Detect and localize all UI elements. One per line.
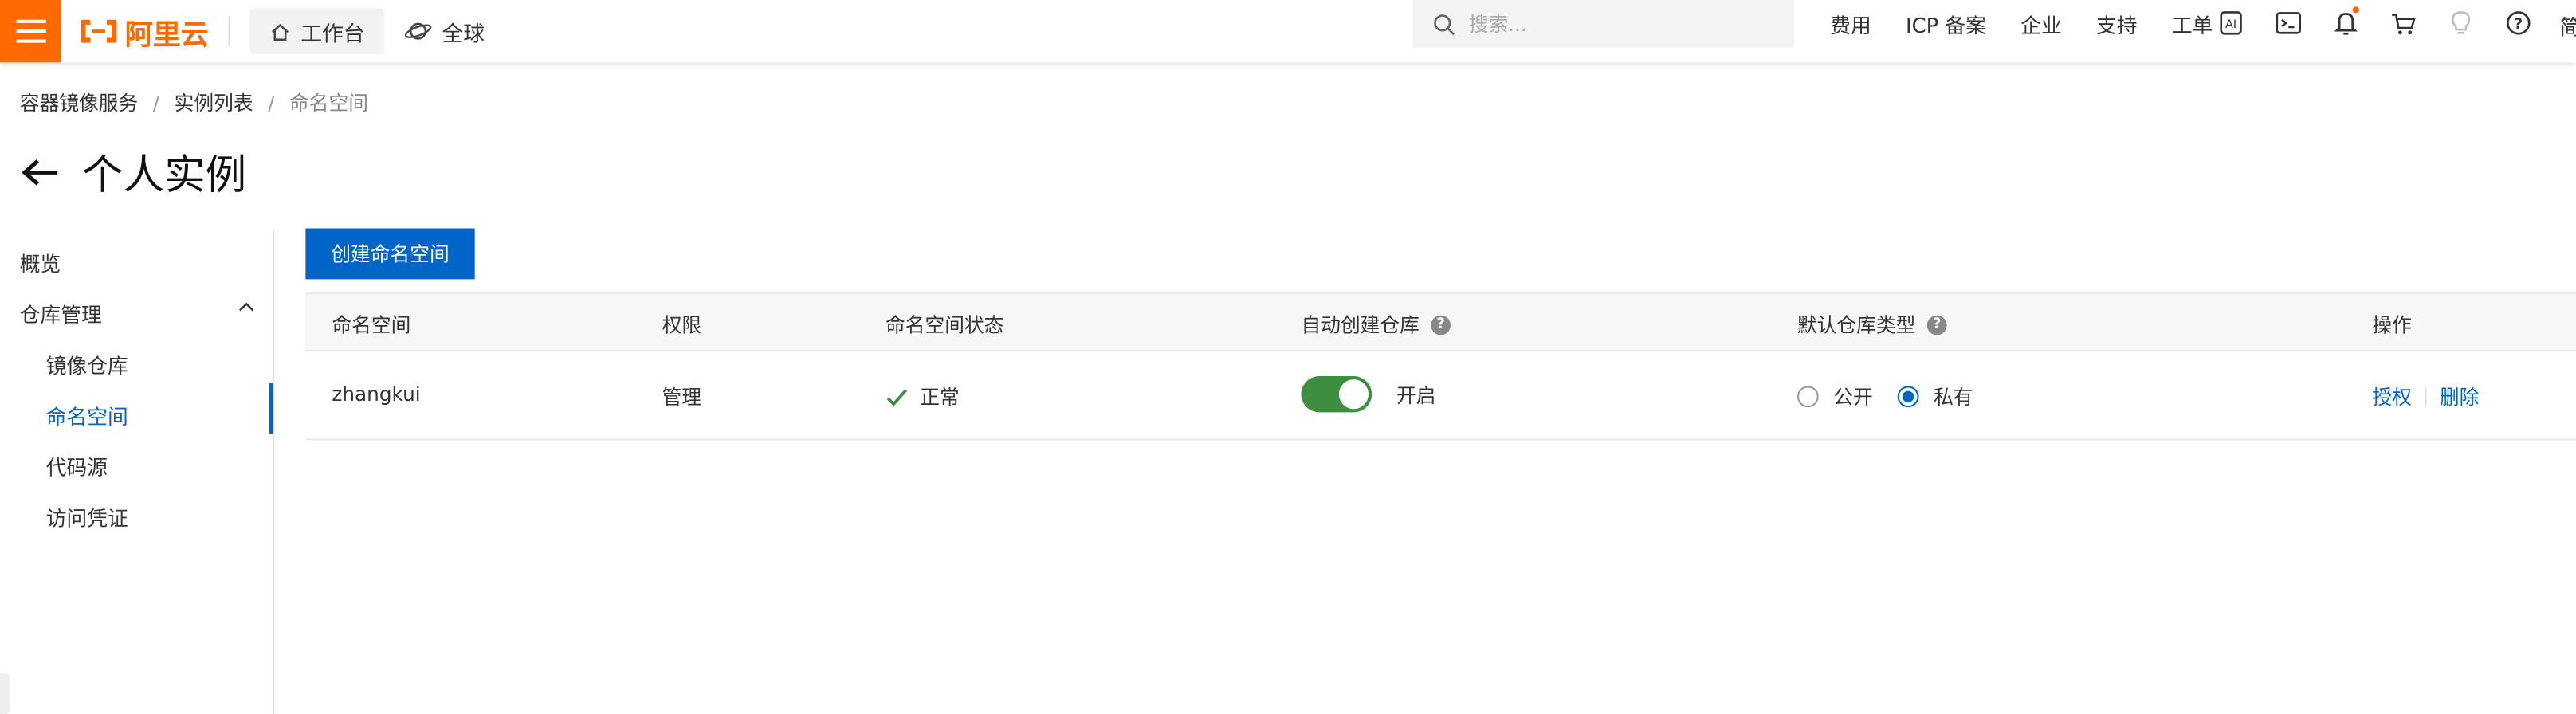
ai-assistant-icon[interactable]: AI — [2214, 6, 2247, 39]
region-selector[interactable]: 全球 — [384, 8, 504, 54]
logo-text: 阿里云 — [124, 18, 209, 52]
breadcrumb: 容器镜像服务 / 实例列表 / 命名空间 — [20, 88, 368, 116]
radio-private-label: 私有 — [1934, 386, 1973, 410]
radio-private[interactable] — [1897, 386, 1919, 408]
floating-edge-tab[interactable] — [0, 673, 10, 714]
sidebar-item-namespace[interactable]: 命名空间 — [46, 399, 128, 430]
notification-dot — [2352, 6, 2359, 14]
svg-text:?: ? — [2514, 16, 2523, 33]
sidebar: 概览 仓库管理 镜像仓库 命名空间 代码源 访问凭证 — [0, 230, 275, 714]
back-arrow-icon[interactable] — [20, 156, 59, 189]
link-billing[interactable]: 费用 — [1830, 7, 1871, 38]
terminal-icon[interactable] — [2272, 6, 2305, 39]
search-box[interactable]: 搜索... — [1412, 0, 1794, 48]
link-ticket[interactable]: 工单 — [2172, 7, 2213, 38]
actions-cell: 授权 删除 — [2372, 382, 2479, 410]
column-header-namespace: 命名空间 — [332, 313, 411, 337]
column-header-auto-create: 自动创建仓库 ? — [1301, 311, 1451, 339]
search-placeholder: 搜索... — [1468, 13, 1527, 37]
sidebar-item-access-credential[interactable]: 访问凭证 — [46, 501, 128, 532]
radio-public[interactable] — [1797, 386, 1819, 408]
bell-icon[interactable] — [2330, 6, 2362, 39]
sidebar-item-overview[interactable]: 概览 — [20, 246, 61, 277]
menu-button[interactable] — [0, 0, 61, 63]
help-icon[interactable]: ? — [1926, 314, 1947, 335]
link-enterprise[interactable]: 企业 — [2020, 7, 2062, 38]
breadcrumb-separator: / — [152, 91, 160, 115]
lightbulb-icon[interactable] — [2444, 6, 2477, 39]
logo[interactable]: 阿里云 — [79, 0, 209, 62]
link-support[interactable]: 支持 — [2096, 7, 2138, 38]
status-text: 正常 — [920, 386, 960, 410]
chevron-up-icon[interactable] — [238, 300, 255, 313]
sidebar-group-repo-manage[interactable]: 仓库管理 — [20, 297, 102, 328]
globe-icon — [404, 22, 432, 40]
link-icp[interactable]: ICP 备案 — [1906, 7, 1986, 38]
status-cell: 正常 — [886, 382, 960, 410]
action-separator — [2425, 386, 2427, 407]
top-icons: AI ? — [2214, 6, 2559, 39]
page-header: 个人实例 — [20, 143, 246, 202]
sidebar-item-image-repo[interactable]: 镜像仓库 — [46, 348, 128, 379]
repo-type-cell: 公开 私有 — [1797, 382, 1973, 410]
svg-text:AI: AI — [2225, 18, 2236, 31]
workbench-label: 工作台 — [300, 22, 365, 47]
toggle-knob — [1338, 379, 1368, 410]
column-header-permission: 权限 — [662, 313, 702, 337]
breadcrumb-item-instances[interactable]: 实例列表 — [175, 88, 253, 116]
hamburger-icon — [15, 19, 45, 23]
column-header-status: 命名空间状态 — [885, 313, 1004, 337]
help-icon[interactable]: ? — [1431, 314, 1451, 335]
namespace-name: zhangkui — [332, 382, 421, 406]
table-header: 命名空间 权限 命名空间状态 自动创建仓库 ? 默认仓库类型 ? 操作 — [305, 292, 2576, 352]
radio-public-label: 公开 — [1833, 386, 1873, 410]
breadcrumb-item-current: 命名空间 — [289, 92, 368, 116]
divider — [228, 16, 230, 46]
check-icon — [886, 388, 908, 406]
authorize-link[interactable]: 授权 — [2372, 382, 2412, 410]
auto-create-cell: 开启 — [1301, 376, 1436, 413]
auto-create-label: 开启 — [1396, 383, 1436, 407]
help-icon[interactable]: ? — [2502, 6, 2535, 39]
top-links: 费用 ICP 备案 企业 支持 工单 — [1830, 0, 2248, 46]
namespace-table: 命名空间 权限 命名空间状态 自动创建仓库 ? 默认仓库类型 ? 操作 zhan… — [305, 292, 2576, 441]
sidebar-active-indicator — [269, 382, 273, 434]
sidebar-item-code-source[interactable]: 代码源 — [46, 450, 108, 481]
aliyun-logo-icon — [80, 19, 117, 43]
breadcrumb-separator: / — [268, 91, 275, 115]
column-header-repo-type: 默认仓库类型 ? — [1797, 311, 1947, 339]
create-namespace-button[interactable]: 创建命名空间 — [305, 228, 475, 280]
cart-icon[interactable] — [2387, 6, 2420, 39]
auto-create-toggle[interactable] — [1301, 376, 1372, 413]
region-label: 全球 — [442, 22, 485, 47]
home-icon — [272, 22, 289, 40]
permission-value: 管理 — [662, 386, 702, 410]
page-title: 个人实例 — [82, 151, 247, 199]
column-header-actions: 操作 — [2372, 313, 2412, 337]
table-row: zhangkui 管理 正常 开启 公开 私有 授权 删除 — [305, 351, 2576, 441]
search-icon — [1434, 14, 1455, 35]
language-switch[interactable]: 简 — [2559, 10, 2576, 41]
breadcrumb-item-service[interactable]: 容器镜像服务 — [20, 88, 138, 116]
workbench-button[interactable]: 工作台 — [249, 8, 385, 55]
delete-link[interactable]: 删除 — [2440, 382, 2480, 410]
top-bar: 阿里云 工作台 全球 搜索... 费用 ICP 备案 企业 支持 工单 AI ? — [0, 0, 2576, 63]
